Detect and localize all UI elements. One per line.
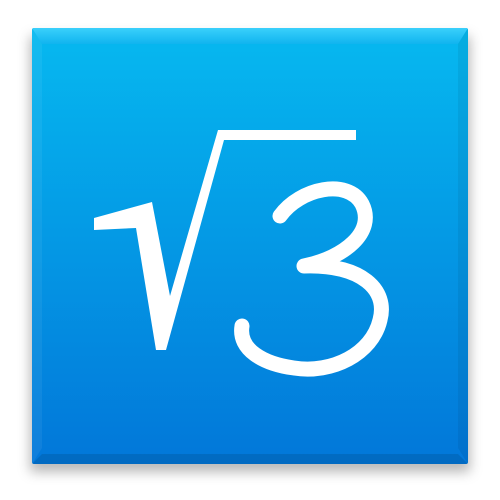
tile-left-edge xyxy=(32,28,42,464)
tile-right-edge xyxy=(458,28,468,464)
tile-top-bevel xyxy=(32,28,468,44)
tile-bottom-edge xyxy=(32,454,468,464)
tile-background xyxy=(32,28,468,464)
icon-canvas xyxy=(0,0,500,500)
app-icon-tile[interactable] xyxy=(32,28,468,464)
sqrt-3-icon xyxy=(32,28,468,464)
